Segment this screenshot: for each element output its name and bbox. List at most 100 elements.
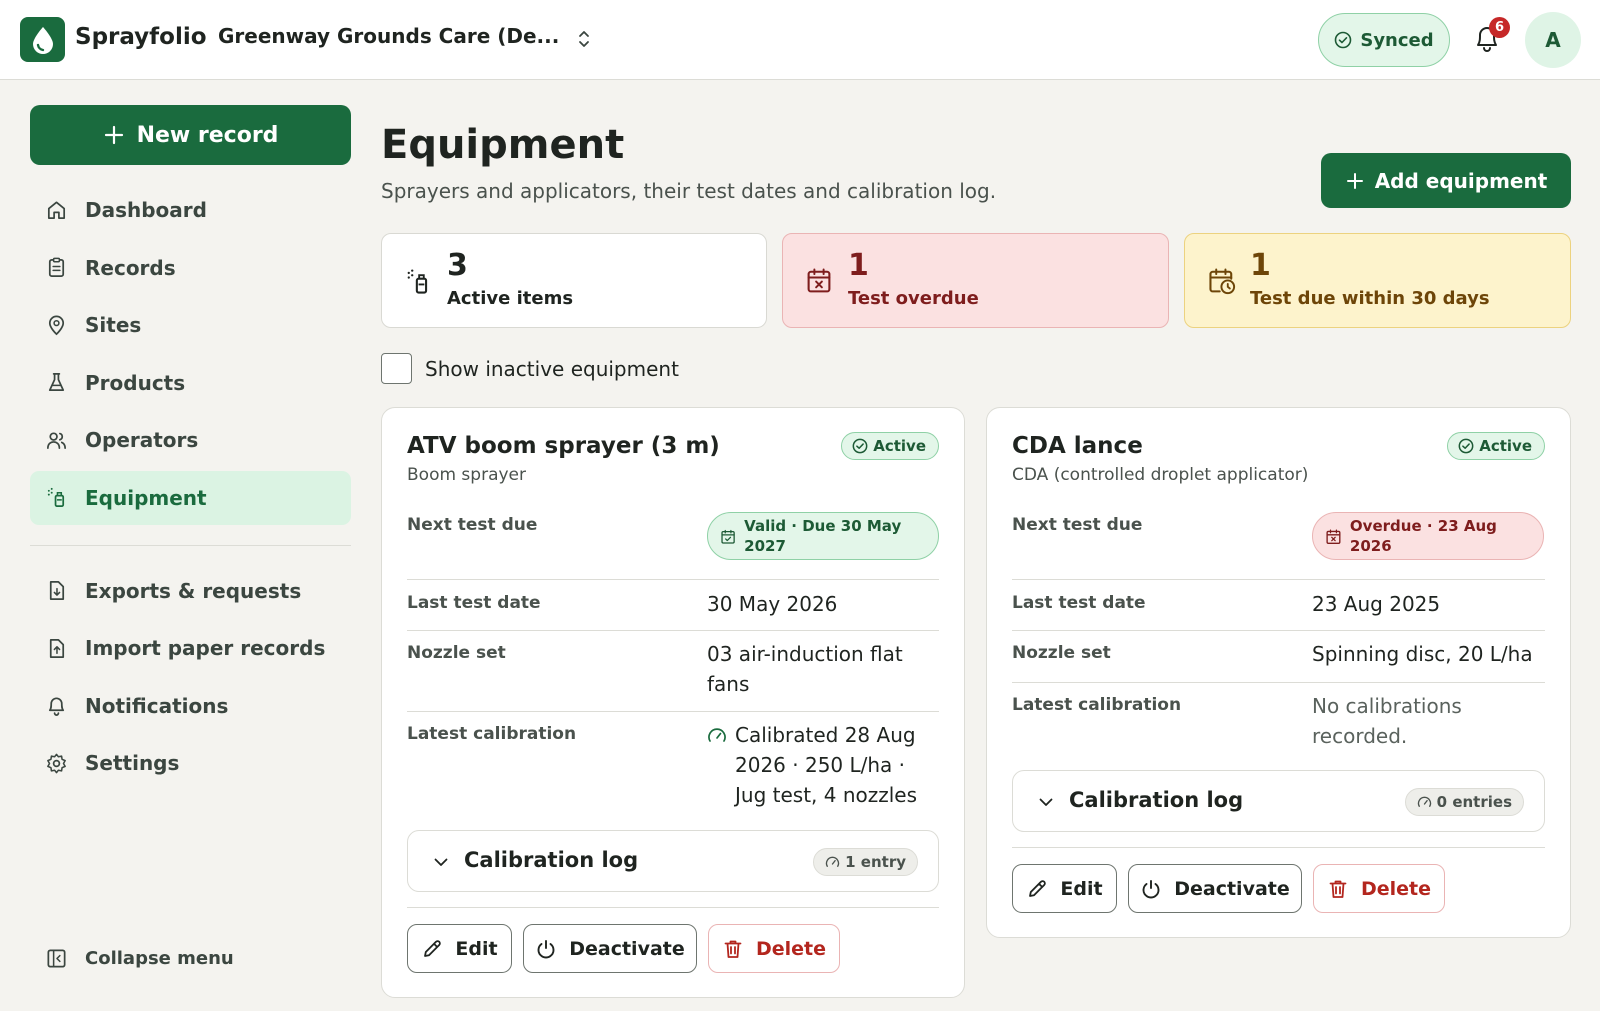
delete-button[interactable]: Delete xyxy=(708,924,840,973)
field-label: Nozzle set xyxy=(407,643,506,663)
sidebar-divider xyxy=(30,544,351,546)
sidebar-item-products[interactable]: Products xyxy=(30,356,351,410)
new-record-label: New record xyxy=(136,122,279,148)
org-switcher-label[interactable]: Greenway Grounds Care (De... xyxy=(218,24,563,48)
nozzle-row: Nozzle set 03 air-induction flat fans xyxy=(407,642,939,712)
next-test-status-pill: Overdue · 23 Aug 2026 xyxy=(1312,512,1544,560)
stat-active-items[interactable]: 3 Active items xyxy=(381,233,767,328)
calibration-entries-badge: 1 entry xyxy=(813,848,918,876)
show-inactive-label: Show inactive equipment xyxy=(425,356,679,381)
sidebar-item-operators[interactable]: Operators xyxy=(30,413,351,467)
equipment-card: ATV boom sprayer (3 m) Boom sprayer Acti… xyxy=(381,407,965,998)
add-equipment-label: Add equipment xyxy=(1374,168,1548,193)
sidebar-item-sites[interactable]: Sites xyxy=(30,298,351,352)
status-label: Active xyxy=(1479,437,1532,455)
stat-number: 3 xyxy=(447,248,468,283)
next-test-row: Next test due Valid · Due 30 May 2027 xyxy=(407,512,939,580)
field-label: Next test due xyxy=(1012,515,1143,535)
clipboard-icon xyxy=(48,257,65,277)
delete-label: Delete xyxy=(1360,877,1432,900)
user-avatar[interactable]: A xyxy=(1525,12,1581,68)
collapse-menu-label: Collapse menu xyxy=(85,948,234,969)
last-test-date: 23 Aug 2025 xyxy=(1312,592,1441,616)
stat-number: 1 xyxy=(1250,248,1271,283)
field-label: Latest calibration xyxy=(1012,695,1182,715)
sidebar-item-equipment[interactable]: Equipment xyxy=(30,470,351,525)
sidebar-item-label: Equipment xyxy=(85,485,207,510)
brand-name[interactable]: Sprayfolio xyxy=(75,24,207,50)
field-label: Nozzle set xyxy=(1012,643,1111,663)
bell-icon xyxy=(48,697,65,716)
gear-icon xyxy=(47,753,66,773)
sync-status-badge[interactable]: Synced xyxy=(1318,13,1450,67)
gauge-icon xyxy=(826,856,840,867)
deactivate-button[interactable]: Deactivate xyxy=(523,924,697,973)
latest-calibration-text: Calibrated 28 Aug 2026 · 250 L/ha · Jug … xyxy=(735,723,918,807)
page-title: Equipment xyxy=(381,122,625,168)
pencil-icon xyxy=(424,939,442,957)
sidebar-item-settings[interactable]: Settings xyxy=(30,736,351,790)
next-test-row: Next test due Overdue · 23 Aug 2026 xyxy=(1012,512,1545,580)
field-label: Last test date xyxy=(407,593,541,613)
show-inactive-toggle[interactable]: Show inactive equipment xyxy=(381,353,679,384)
sidebar-item-exports[interactable]: Exports & requests xyxy=(30,564,351,618)
sidebar-nav: Dashboard Records Sites Products Operato… xyxy=(30,183,351,794)
calibration-log-toggle[interactable]: Calibration log 1 entry xyxy=(407,830,939,892)
chevron-up-down-icon[interactable] xyxy=(578,29,590,49)
stat-label: Active items xyxy=(447,288,574,309)
nozzle-set: 03 air-induction flat fans xyxy=(707,642,903,696)
latest-calibration-text: No calibrations recorded. xyxy=(1312,694,1462,748)
top-bar: Sprayfolio Greenway Grounds Care (De... … xyxy=(0,0,1600,80)
calibration-row: Latest calibration Calibrated 28 Aug 202… xyxy=(407,723,939,824)
status-label: Active xyxy=(873,437,926,455)
sidebar-item-notifications[interactable]: Notifications xyxy=(30,679,351,733)
deactivate-button[interactable]: Deactivate xyxy=(1128,864,1302,913)
field-label: Latest calibration xyxy=(407,724,577,744)
plus-icon xyxy=(1346,172,1363,189)
latest-calibration: Calibrated 28 Aug 2026 · 250 L/ha · Jug … xyxy=(707,720,939,810)
add-equipment-button[interactable]: Add equipment xyxy=(1321,153,1571,208)
sync-status-label: Synced xyxy=(1360,29,1434,51)
nozzle-row: Nozzle set Spinning disc, 20 L/ha xyxy=(1012,642,1545,683)
edit-button[interactable]: Edit xyxy=(1012,864,1117,913)
calibration-log-toggle[interactable]: Calibration log 0 entries xyxy=(1012,770,1545,832)
deactivate-label: Deactivate xyxy=(569,937,685,960)
calibration-log-title: Calibration log xyxy=(1069,788,1244,812)
stat-test-overdue[interactable]: 1 Test overdue xyxy=(782,233,1169,328)
power-icon xyxy=(1142,879,1160,898)
collapse-menu-button[interactable]: Collapse menu xyxy=(45,947,234,970)
chevron-down-icon xyxy=(434,858,448,866)
stat-test-due-soon[interactable]: 1 Test due within 30 days xyxy=(1184,233,1571,328)
app-logo[interactable] xyxy=(20,17,65,62)
page-subtitle: Sprayers and applicators, their test dat… xyxy=(381,179,997,203)
notification-count-badge: 6 xyxy=(1489,17,1510,38)
new-record-button[interactable]: New record xyxy=(30,105,351,165)
delete-button[interactable]: Delete xyxy=(1313,864,1445,913)
sidebar-item-label: Settings xyxy=(85,751,180,775)
equipment-name: ATV boom sprayer (3 m) xyxy=(407,433,720,459)
equipment-card: CDA lance CDA (controlled droplet applic… xyxy=(986,407,1571,938)
home-icon xyxy=(47,200,66,219)
sprayer-icon xyxy=(47,487,65,507)
sidebar-item-import[interactable]: Import paper records xyxy=(30,621,351,675)
status-badge: Active xyxy=(1447,432,1545,460)
sidebar-collapse-icon xyxy=(47,949,66,968)
sidebar-item-dashboard[interactable]: Dashboard xyxy=(30,183,351,237)
calibration-log-title: Calibration log xyxy=(464,848,639,872)
status-badge: Active xyxy=(841,432,939,460)
sidebar-item-label: Records xyxy=(85,255,176,280)
sidebar-item-records[interactable]: Records xyxy=(30,241,351,295)
calibration-row: Latest calibration No calibrations recor… xyxy=(1012,694,1545,765)
show-inactive-checkbox[interactable] xyxy=(381,353,412,384)
sidebar-item-label: Sites xyxy=(85,313,142,337)
edit-button[interactable]: Edit xyxy=(407,924,512,973)
stat-label: Test due within 30 days xyxy=(1250,288,1490,309)
check-circle-icon xyxy=(852,438,868,454)
calibration-entries-count: 0 entries xyxy=(1436,793,1512,811)
edit-label: Edit xyxy=(455,937,498,960)
deactivate-label: Deactivate xyxy=(1174,877,1290,900)
check-circle-icon xyxy=(1335,31,1352,49)
trash-icon xyxy=(724,940,742,958)
last-test-row: Last test date 30 May 2026 xyxy=(407,592,939,631)
sidebar-item-label: Import paper records xyxy=(85,636,326,660)
